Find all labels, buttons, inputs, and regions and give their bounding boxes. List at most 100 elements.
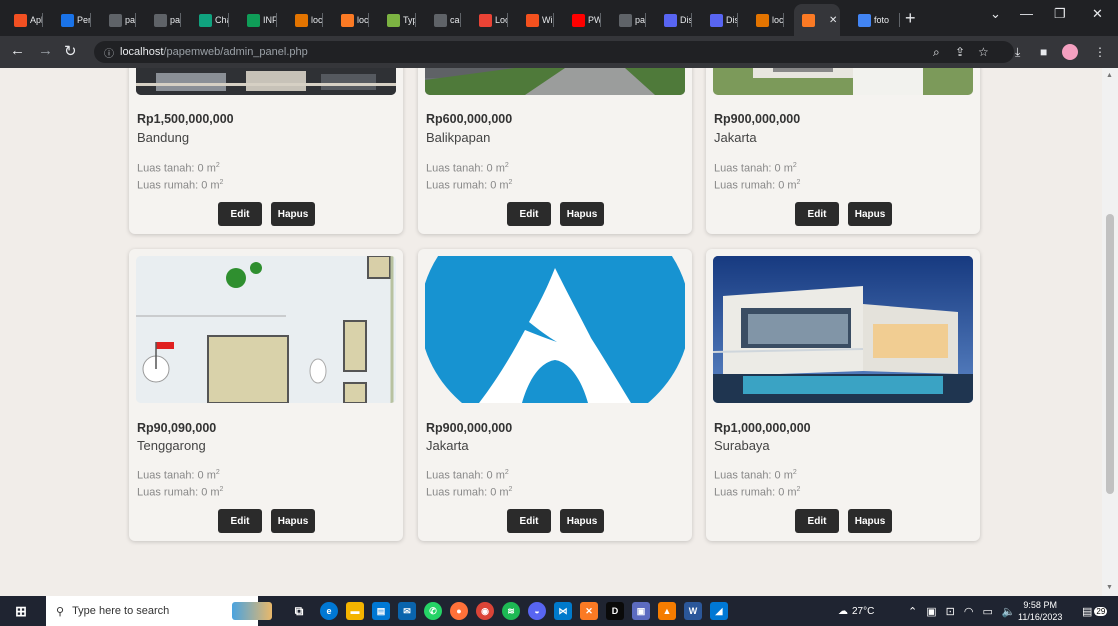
browser-tab[interactable]: loc <box>748 6 784 34</box>
discord-icon[interactable]: ◒ <box>528 602 546 620</box>
chevron-up-icon[interactable]: ⌃ <box>908 605 917 618</box>
browser-tab[interactable]: Dis <box>702 6 738 34</box>
browser-tab[interactable]: INF <box>239 6 277 34</box>
tray-app-icon[interactable]: ▣ <box>926 605 936 618</box>
edge-icon[interactable]: e <box>320 602 338 620</box>
taskbar-clock[interactable]: 9:58 PM 11/16/2023 <box>1018 599 1062 623</box>
scrollbar-thumb[interactable] <box>1106 214 1114 494</box>
tab-label: loc <box>772 15 784 25</box>
download-icon[interactable]: ⤓ <box>1015 45 1020 60</box>
task-view-icon[interactable]: ⧉ <box>290 602 308 620</box>
browser-tab[interactable]: loc <box>287 6 323 34</box>
dev-icon[interactable]: D <box>606 602 624 620</box>
system-tray[interactable]: ⌃ ▣ ⊡ ◠ ▭ 🔈 <box>908 596 1016 626</box>
browser-tab[interactable]: foto <box>850 6 900 34</box>
restore-button[interactable]: ❐ <box>1054 6 1066 22</box>
land-area-label: Luas tanah: 0 m <box>714 469 793 482</box>
photos-icon[interactable]: ◢ <box>710 602 728 620</box>
clock-time: 9:58 PM <box>1023 600 1057 610</box>
browser-tab[interactable]: Apl <box>6 6 43 34</box>
edit-button[interactable]: Edit <box>507 509 551 533</box>
minimize-button[interactable]: — <box>1020 6 1033 21</box>
browser-tab[interactable]: pat <box>101 6 136 34</box>
floor-plan-image <box>136 256 396 403</box>
edit-button[interactable]: Edit <box>795 202 839 226</box>
app-icon[interactable]: ▣ <box>632 602 650 620</box>
spotify-icon[interactable]: ≋ <box>502 602 520 620</box>
browser-tab[interactable]: Pen <box>53 6 91 34</box>
browser-tab[interactable]: pat <box>611 6 646 34</box>
share-icon[interactable]: ⇪ <box>955 45 965 59</box>
edit-button[interactable]: Edit <box>218 202 262 226</box>
back-icon[interactable]: ← <box>10 42 25 59</box>
network-icon[interactable]: ◠ <box>964 605 974 618</box>
browser-tab[interactable]: Loc <box>471 6 508 34</box>
notification-count: 29 <box>1094 606 1108 616</box>
listing-city: Jakarta <box>426 438 469 453</box>
store-icon[interactable]: ▤ <box>372 602 390 620</box>
browser-tab[interactable]: Typ <box>379 6 416 34</box>
zoom-icon[interactable]: ⌕ <box>933 45 940 60</box>
delete-button[interactable]: Hapus <box>271 509 315 533</box>
weather-widget[interactable]: ☁ 27°C <box>838 596 874 626</box>
browser-tab[interactable]: loc <box>333 6 369 34</box>
delete-button[interactable]: Hapus <box>560 509 604 533</box>
tray-app-icon[interactable]: ⊡ <box>946 605 955 618</box>
notification-center[interactable]: ▤ 29 <box>1082 596 1108 626</box>
tab-favicon-icon <box>434 13 447 27</box>
delete-button[interactable]: Hapus <box>848 202 892 226</box>
delete-button[interactable]: Hapus <box>560 202 604 226</box>
browser-tab[interactable]: Dis <box>656 6 692 34</box>
edit-button[interactable]: Edit <box>795 509 839 533</box>
delete-button[interactable]: Hapus <box>848 509 892 533</box>
browser-tab[interactable]: ✕ <box>794 4 840 36</box>
taskbar-search-box[interactable]: ⚲ Type here to search <box>46 596 258 626</box>
browser-tab[interactable]: pat <box>146 6 181 34</box>
page-scrollbar[interactable]: ▲ ▼ <box>1102 68 1118 596</box>
new-tab-button[interactable]: + <box>905 8 916 29</box>
tab-separator <box>737 13 738 27</box>
app-icon[interactable]: ▲ <box>658 602 676 620</box>
close-tab-icon[interactable]: ✕ <box>829 15 837 26</box>
listing-image <box>425 68 685 95</box>
scroll-up-arrow-icon[interactable]: ▲ <box>1106 72 1113 79</box>
browser-tab[interactable]: Cha <box>191 6 229 34</box>
listing-price: Rp1,500,000,000 <box>137 112 234 126</box>
menu-kebab-icon[interactable]: ⋮ <box>1094 45 1106 59</box>
site-info-icon[interactable]: ⓘ <box>104 45 114 60</box>
tab-search-icon[interactable]: ⌄ <box>990 6 1001 22</box>
edit-button[interactable]: Edit <box>218 509 262 533</box>
mail-icon[interactable]: ✉ <box>398 602 416 620</box>
close-window-button[interactable]: ✕ <box>1092 6 1103 22</box>
side-panel-icon[interactable]: ■ <box>1040 45 1047 59</box>
forward-icon[interactable]: → <box>38 42 53 59</box>
xampp-icon[interactable]: ✕ <box>580 602 598 620</box>
browser-tab[interactable]: Wi <box>518 6 554 34</box>
file-explorer-icon[interactable]: ▬ <box>346 602 364 620</box>
browser-tab[interactable]: PW <box>564 6 601 34</box>
windows-start-icon[interactable]: ⊞ <box>12 602 30 620</box>
listing-area-info: Luas tanah: 0 m2 Luas rumah: 0 m2 <box>137 466 223 499</box>
edit-button[interactable]: Edit <box>507 202 551 226</box>
reload-icon[interactable]: ↻ <box>64 42 77 60</box>
volume-icon[interactable]: 🔈 <box>1002 605 1016 618</box>
chrome-icon[interactable]: ◉ <box>476 602 494 620</box>
browser-tab[interactable]: cah <box>426 6 461 34</box>
word-icon[interactable]: W <box>684 602 702 620</box>
unit-superscript: 2 <box>796 178 801 186</box>
tab-favicon-icon <box>802 13 815 27</box>
listing-image <box>713 256 973 403</box>
vscode-icon[interactable]: ⋈ <box>554 602 572 620</box>
firefox-icon[interactable]: ● <box>450 602 468 620</box>
battery-icon[interactable]: ▭ <box>982 605 992 618</box>
delete-button[interactable]: Hapus <box>271 202 315 226</box>
tab-favicon-icon <box>14 13 27 27</box>
search-highlight-icon[interactable] <box>232 602 272 620</box>
listing-city: Tenggarong <box>137 438 206 453</box>
address-bar[interactable]: ⓘ localhost/papemweb/admin_panel.php <box>94 41 1014 63</box>
profile-avatar[interactable] <box>1062 44 1078 60</box>
whatsapp-icon[interactable]: ✆ <box>424 602 442 620</box>
bookmark-star-icon[interactable]: ☆ <box>978 45 989 59</box>
scroll-down-arrow-icon[interactable]: ▼ <box>1106 584 1113 591</box>
unit-superscript: 2 <box>215 469 220 476</box>
